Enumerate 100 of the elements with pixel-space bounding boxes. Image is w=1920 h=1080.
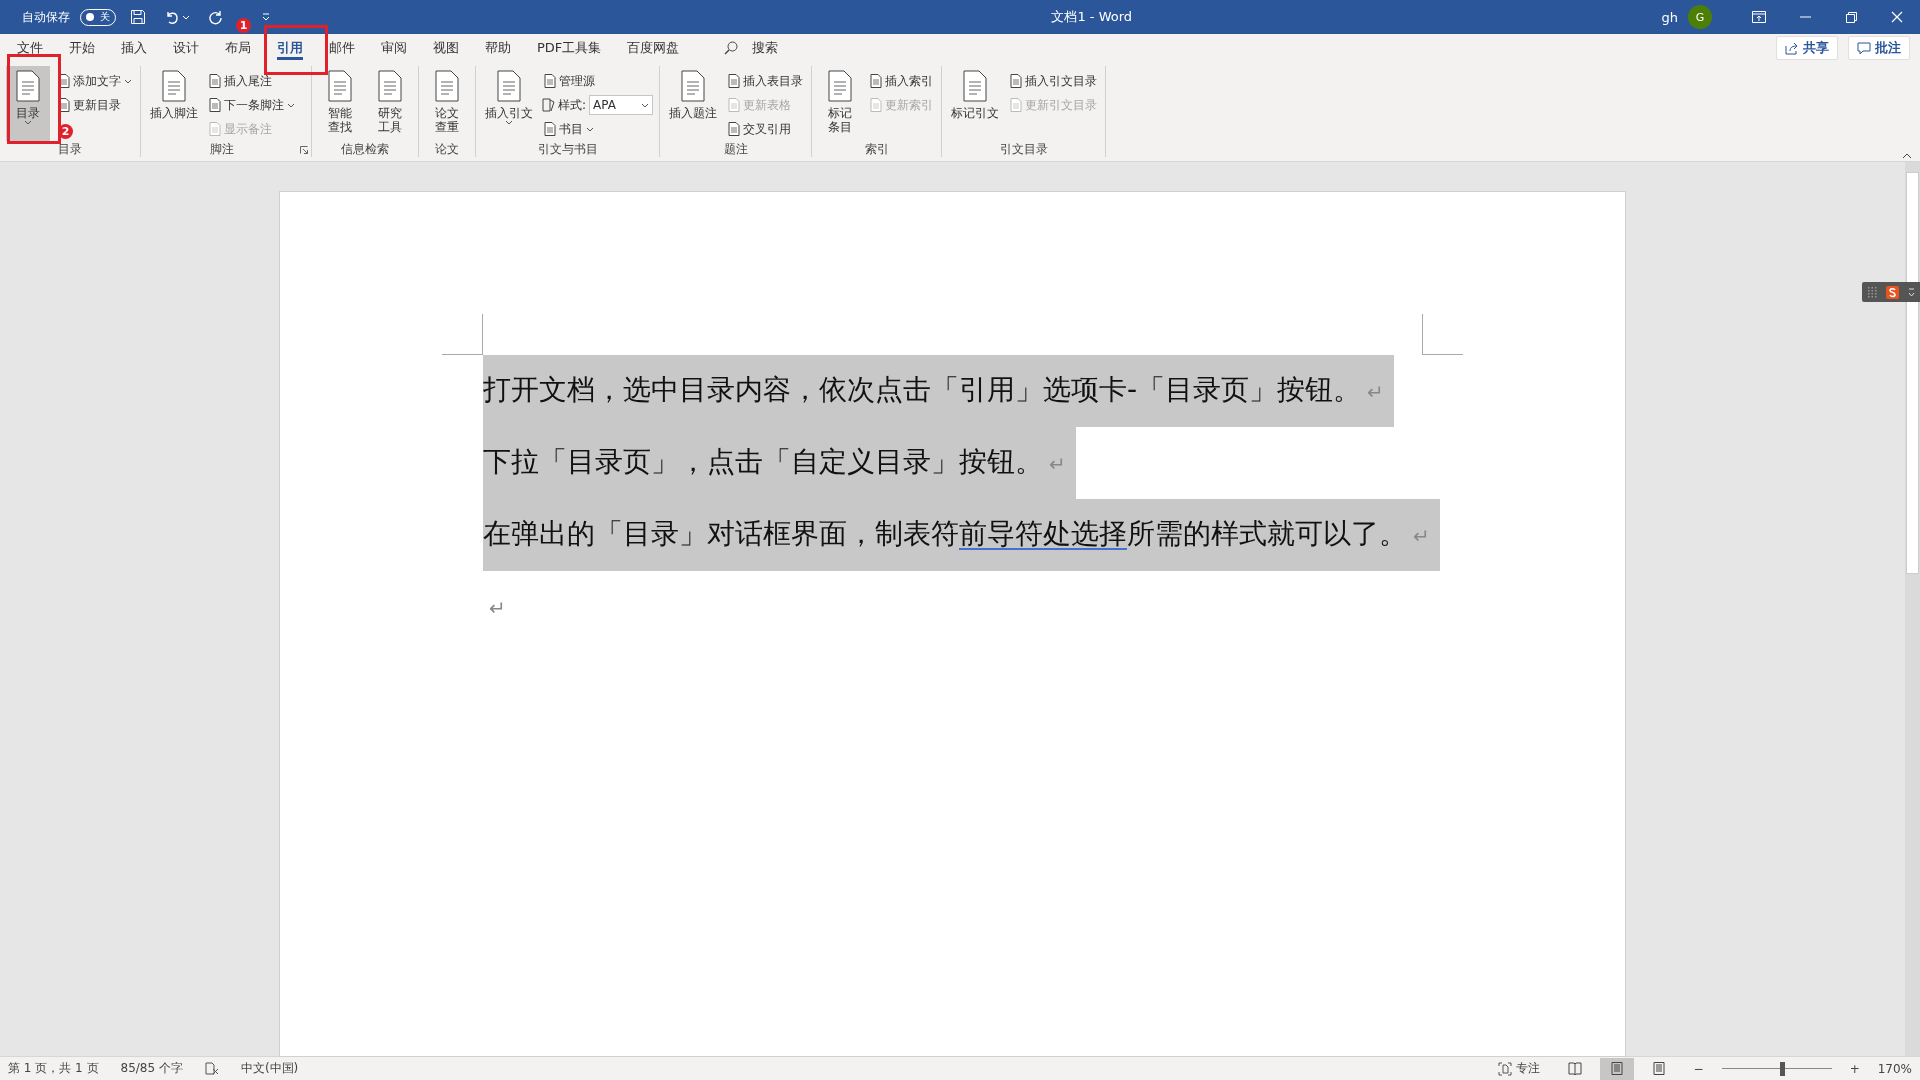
document-icon	[826, 70, 855, 102]
document-icon	[679, 70, 708, 102]
share-icon	[1785, 41, 1799, 55]
ribbon-button[interactable]: 添加文字	[56, 70, 134, 92]
page-icon	[1010, 98, 1023, 112]
document-icon	[14, 70, 42, 102]
dialog-launcher-icon[interactable]	[300, 146, 308, 154]
ribbon-tab[interactable]: 引用	[264, 34, 316, 62]
page-icon	[209, 74, 221, 88]
redo-icon	[208, 9, 224, 25]
document-icon	[495, 70, 523, 102]
undo-icon	[164, 9, 180, 25]
page-icon	[728, 98, 741, 112]
ribbon-button[interactable]: 插入索引	[868, 70, 936, 92]
ribbon-button[interactable]: 目录	[6, 66, 50, 141]
zoom-out-button[interactable]: −	[1683, 1057, 1714, 1080]
ribbon-button[interactable]: 插入尾注	[207, 70, 297, 92]
zoom-in-button[interactable]: +	[1839, 1057, 1870, 1080]
group-label: 脚注	[210, 141, 234, 157]
close-icon	[1891, 11, 1903, 23]
page-icon	[58, 98, 70, 112]
ribbon-button[interactable]: 智能查找	[318, 66, 362, 141]
page-count[interactable]: 第 1 页，共 1 页	[8, 1060, 99, 1077]
ribbon-button[interactable]: 书目	[542, 118, 654, 140]
page-icon	[870, 74, 883, 88]
style-icon	[542, 98, 555, 112]
ribbon-tab[interactable]: 开始	[56, 34, 108, 62]
minimize-icon	[1799, 16, 1811, 18]
page-icon	[58, 74, 70, 88]
ime-toolbar[interactable]	[1862, 282, 1920, 302]
user-name: gh	[1661, 9, 1678, 25]
page-icon	[544, 74, 556, 88]
page-icon	[209, 98, 221, 112]
group-label: 目录	[58, 141, 82, 157]
document-icon	[433, 70, 461, 102]
page-icon	[209, 122, 221, 136]
ribbon-tab[interactable]: 设计	[160, 34, 212, 62]
ribbon-tab[interactable]: PDF工具集	[524, 34, 615, 62]
ribbon-button[interactable]: 插入引文	[482, 66, 536, 141]
book-icon	[1567, 1062, 1582, 1075]
crop-mark	[1422, 314, 1463, 355]
share-button[interactable]: 共享	[1776, 36, 1838, 60]
page-icon	[728, 74, 741, 88]
group-label: 论文	[435, 141, 459, 157]
ribbon-tab[interactable]: 布局	[212, 34, 264, 62]
ribbon-button[interactable]: 交叉引用	[726, 118, 806, 140]
ribbon-tab[interactable]: 审阅	[368, 34, 420, 62]
group-label: 信息检索	[341, 141, 389, 157]
ribbon-tab[interactable]: 插入	[108, 34, 160, 62]
grip-icon	[1866, 286, 1877, 298]
scrollbar[interactable]	[1905, 162, 1920, 1056]
user-avatar[interactable]: G	[1688, 5, 1712, 29]
ribbon-button[interactable]: 插入引文目录	[1008, 70, 1100, 92]
page-icon	[544, 122, 556, 136]
ribbon-button[interactable]: 下一条脚注	[207, 94, 297, 116]
group-label: 题注	[723, 141, 748, 157]
proofing-icon[interactable]	[204, 1062, 219, 1075]
save-icon	[130, 9, 146, 25]
ribbon-button[interactable]: 标记引文	[948, 66, 1003, 141]
language-indicator[interactable]: 中文(中国)	[240, 1060, 299, 1077]
page-icon	[870, 98, 883, 112]
zoom-level[interactable]: 170%	[1877, 1061, 1912, 1076]
ribbon-tab[interactable]: 帮助	[472, 34, 524, 62]
ribbon-tab[interactable]: 视图	[420, 34, 472, 62]
comments-button[interactable]: 批注	[1848, 36, 1910, 60]
ribbon-button[interactable]: 研究工具	[368, 66, 412, 141]
ribbon-tab[interactable]: 邮件	[316, 34, 368, 62]
ribbon-button[interactable]: 插入脚注	[147, 66, 201, 141]
ribbon-tab[interactable]: 百度网盘	[614, 34, 693, 62]
ime-logo-icon	[1886, 285, 1899, 299]
document-icon	[961, 70, 990, 102]
window-title: 文档1 - Word	[1050, 8, 1134, 26]
highlight-frame	[264, 25, 328, 75]
ribbon-display-icon	[1752, 11, 1766, 23]
search-icon	[724, 41, 739, 55]
paragraph: 下拉「目录页」，点击「自定义目录」按钮。 ↵	[483, 427, 1076, 499]
document-icon	[376, 70, 404, 102]
page-icon	[1010, 74, 1023, 88]
autosave-label: 自动保存	[22, 8, 70, 26]
ribbon-button[interactable]: 管理源	[542, 70, 654, 92]
collapse-ribbon-icon[interactable]	[1902, 153, 1912, 159]
ribbon-button[interactable]: 插入题注	[666, 66, 721, 141]
ribbon-button[interactable]: 插入表目录	[726, 70, 806, 92]
ribbon-tab[interactable]: 文件	[4, 34, 56, 62]
view-mode-button[interactable]	[1599, 1057, 1634, 1080]
document-icon	[326, 70, 354, 102]
group-label: 引文目录	[999, 141, 1048, 157]
crop-mark	[442, 314, 483, 355]
ribbon-button[interactable]: 论文查重	[425, 66, 469, 141]
document-icon	[160, 70, 188, 102]
ribbon-button[interactable]: 更新目录	[56, 94, 134, 116]
focus-button[interactable]: 专注	[1487, 1057, 1550, 1080]
style-dropdown[interactable]: APA	[589, 95, 654, 115]
paragraph: ↵	[488, 595, 507, 622]
word-count[interactable]: 85/85 个字	[120, 1060, 183, 1077]
ribbon-button[interactable]: 标记条目	[818, 66, 863, 141]
search-button[interactable]: 搜索	[718, 38, 785, 58]
style-label: 样式:	[558, 96, 587, 114]
page-icon	[1651, 1062, 1666, 1075]
page-icon	[1609, 1062, 1624, 1075]
